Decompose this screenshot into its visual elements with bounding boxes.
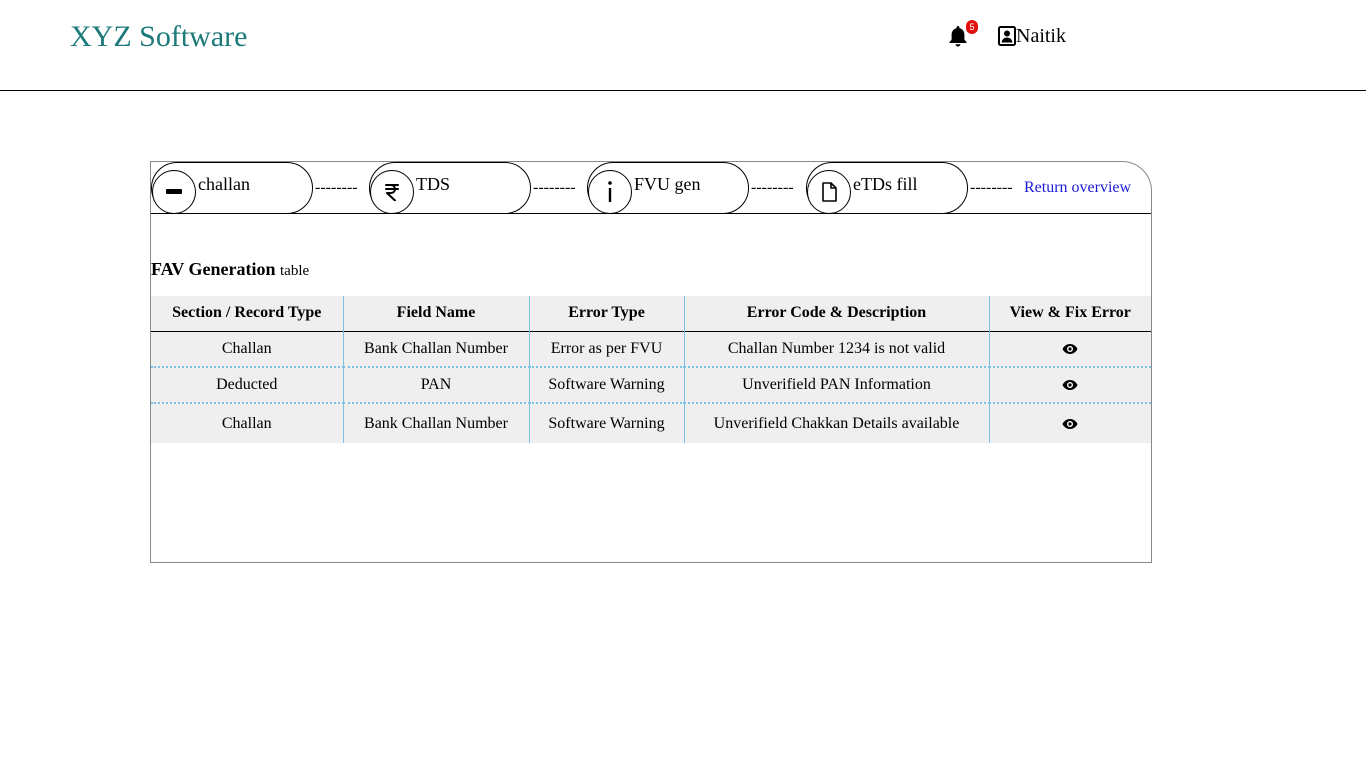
table-row: Deducted PAN Software Warning Unverifiel… [151,367,1151,403]
table-cell: Challan Number 1234 is not valid [683,331,989,367]
step-challan[interactable]: challan [151,162,313,214]
step-tds[interactable]: TDS [369,162,531,214]
column-header[interactable]: Error Code & Description [683,296,989,331]
table-cell [988,403,1151,443]
fvu-error-table: Section / Record Type Field Name Error T… [151,296,1151,443]
notification-badge: 5 [966,20,978,34]
table-cell: PAN [342,367,529,403]
table-row: Challan Bank Challan Number Software War… [151,403,1151,443]
table-title: FAV Generation [151,259,276,279]
user-menu[interactable]: Naitik [998,25,1066,47]
eye-icon[interactable] [1062,418,1078,430]
column-header[interactable]: View & Fix Error [988,296,1151,331]
table-heading: FAV Generation table [151,258,309,282]
info-icon [588,170,632,214]
table-cell: Unverifield Chakkan Details available [683,403,989,443]
step-connector: -------- [533,179,576,196]
user-name: Naitik [1016,25,1066,47]
top-header: XYZ Software 5 Naitik [0,0,1366,91]
column-header[interactable]: Error Type [528,296,684,331]
app-title: XYZ Software [70,20,248,53]
step-etds-fill[interactable]: eTDs fill [806,162,968,214]
table-row: Challan Bank Challan Number Error as per… [151,331,1151,367]
step-connector: -------- [315,179,358,196]
user-icon [998,26,1016,46]
eye-icon[interactable] [1062,379,1078,391]
step-progress: challan -------- TDS -------- FVU gen --… [151,162,1151,214]
step-label: challan [198,174,250,194]
table-cell: Bank Challan Number [342,403,529,443]
step-label: TDS [416,174,451,194]
document-icon [807,170,851,214]
step-fvu-gen[interactable]: FVU gen [587,162,749,214]
table-cell [988,367,1151,403]
fvu-panel: challan -------- TDS -------- FVU gen --… [150,161,1152,563]
table-cell: Unverifield PAN Information [683,367,989,403]
step-connector: -------- [751,179,794,196]
table-subtitle: table [280,263,310,279]
column-header[interactable]: Section / Record Type [151,296,343,331]
table-cell: Software Warning [528,403,684,443]
table-cell: Challan [221,414,272,432]
table-cell: Bank Challan Number [342,331,529,367]
eye-icon[interactable] [1062,343,1078,355]
return-overview-link[interactable]: Return overview [1024,178,1131,198]
column-header[interactable]: Field Name [342,296,529,331]
minus-icon [152,170,196,214]
table-cell: Software Warning [528,367,684,403]
table-cell: Deducted [216,376,278,393]
rupee-icon [370,170,414,214]
step-label: eTDs fill [853,174,918,194]
table-cell [988,331,1151,367]
table-header-row: Section / Record Type Field Name Error T… [151,296,1151,331]
step-connector: -------- [970,179,1013,196]
table-cell: Challan [221,339,272,357]
table-cell: Error as per FVU [528,331,684,367]
step-label: FVU gen [634,174,701,194]
